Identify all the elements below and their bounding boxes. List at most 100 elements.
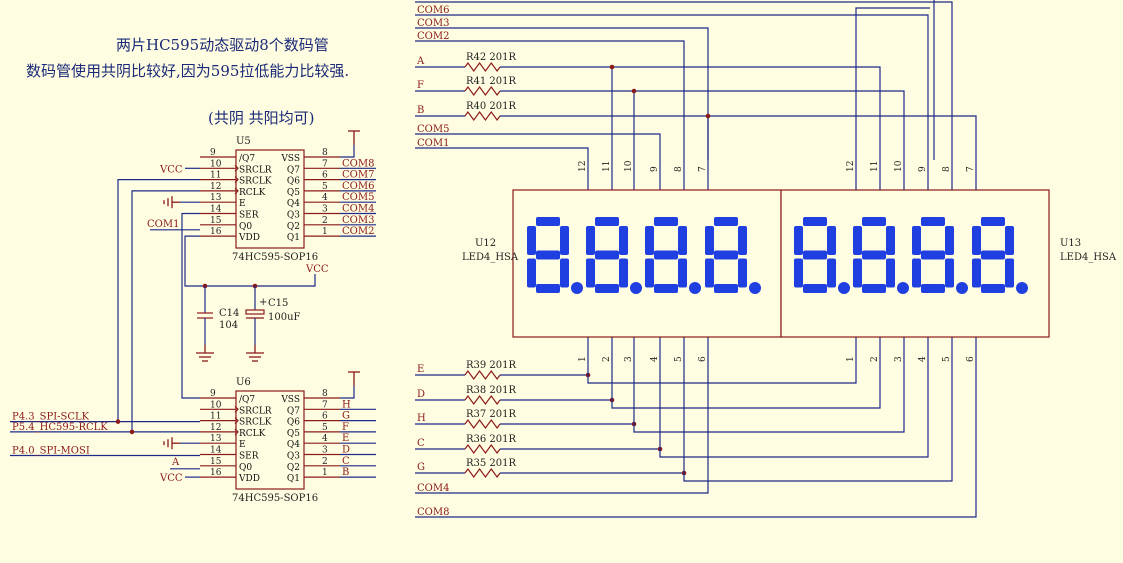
display-pin-number: 11: [870, 161, 880, 172]
segment-g: [921, 250, 945, 260]
u6-vss-wire: [340, 386, 355, 399]
u6-net-label: D: [342, 445, 350, 456]
display-pin-number: 7: [698, 166, 708, 172]
vcc-label: VCC: [305, 264, 329, 275]
u5-pin-number: 3: [322, 205, 328, 215]
segment-a: [714, 217, 738, 226]
u6-pin-name: VDD: [238, 474, 260, 484]
display-pin-number: 10: [624, 160, 634, 172]
u5-vss-wire: [340, 145, 355, 158]
segment-f: [794, 226, 803, 255]
u5-pin-number: 12: [210, 182, 221, 192]
display-pin-number: 1: [846, 356, 856, 362]
u5-pin-number: 4: [322, 193, 328, 203]
u5-q0-net: COM1: [147, 219, 179, 230]
u5-pin-name: Q5: [287, 188, 300, 198]
net-wire: [683, 345, 953, 482]
u6-pin-name: SRCLK: [239, 418, 272, 428]
display-u12-part: LED4_HSA: [462, 252, 519, 263]
resistor-label: R38 201R: [466, 385, 517, 396]
u6-pin-number: 11: [210, 412, 221, 422]
resistor-net-label: G: [417, 462, 425, 473]
u6-pin-name: Q5: [287, 429, 300, 439]
segment-e: [912, 258, 921, 288]
segment-f: [853, 226, 862, 255]
u5-pin-name: Q2: [287, 222, 300, 232]
c14-value: 104: [219, 320, 238, 331]
segment-e: [853, 258, 862, 288]
u6-pin-number: 3: [322, 446, 328, 456]
display-pin-number: 8: [942, 166, 952, 172]
segment-f: [912, 226, 921, 255]
c15-value: 100uF: [268, 312, 301, 323]
junction-dot: [705, 113, 711, 119]
segment-e: [972, 258, 981, 288]
u6-pin-name: E: [239, 440, 246, 450]
resistor-label: R42 201R: [466, 52, 517, 63]
segment-b: [678, 226, 687, 255]
display-pin-number: 12: [578, 161, 588, 172]
segment-g: [595, 250, 619, 260]
u5-pin-name: SRCLK: [239, 177, 272, 187]
resistor-net-label: D: [417, 389, 425, 400]
display-pin-number: 8: [674, 166, 684, 172]
u6-pin-number: 6: [322, 412, 328, 422]
u5-pin-number: 1: [322, 227, 328, 237]
segment-dp: [897, 282, 909, 294]
u5-pin-number: 9: [210, 148, 216, 158]
u6-pin-number: 8: [322, 389, 328, 399]
segment-b: [1005, 226, 1014, 255]
u5-net-label: COM7: [342, 170, 374, 181]
resistor-symbol: [464, 85, 501, 97]
schematic-drawing: U574HC595-SOP169/Q710SRCLR11SRCLK12RCLK1…: [10, 0, 1117, 518]
segment-d: [654, 284, 678, 293]
resistor-symbol: [464, 61, 501, 73]
u5-pin-name: SRCLR: [239, 165, 272, 175]
u5-net-label: COM5: [342, 192, 374, 203]
u5-net-label: COM2: [342, 226, 374, 237]
net-wire: [587, 345, 857, 384]
u5-part: 74HC595-SOP16: [232, 252, 318, 263]
segment-f: [527, 226, 536, 255]
resistor-label: R40 201R: [466, 101, 517, 112]
segment-c: [619, 258, 628, 288]
u5-pin-name: Q1: [287, 233, 300, 243]
u5-pin-number: 16: [210, 227, 222, 237]
u6-part: 74HC595-SOP16: [232, 493, 318, 504]
segment-f: [645, 226, 654, 255]
segment-a: [981, 217, 1005, 226]
u6-pin-number: 7: [322, 400, 328, 410]
mcu-net-label: P4.0_SPI-MOSI: [12, 446, 90, 457]
com-bus-label: COM6: [417, 5, 449, 16]
u6-pin-name: Q2: [287, 463, 300, 473]
u5-pin-name: /Q7: [239, 154, 255, 164]
segment-e: [645, 258, 654, 288]
u6-net-label: H: [342, 399, 351, 410]
segment-a: [921, 217, 945, 226]
segment-a: [654, 217, 678, 226]
resistor-label: R36 201R: [466, 434, 517, 445]
u6-pin-number: 4: [322, 434, 328, 444]
resistor-net-label: A: [416, 56, 425, 67]
u6-pin-number: 9: [210, 389, 216, 399]
u5-pin-number: 2: [322, 216, 328, 226]
segment-g: [803, 250, 827, 260]
resistor-label: R41 201R: [466, 76, 517, 87]
resistor-symbol: [464, 467, 501, 479]
c15-designator: C15: [268, 298, 288, 309]
u6-q0-net: A: [171, 457, 180, 468]
resistor-net-label: C: [417, 438, 425, 449]
display-pin-number: 5: [942, 356, 952, 362]
segment-a: [803, 217, 827, 226]
display-pin-number: 11: [602, 161, 612, 172]
display-pin-number: 6: [966, 356, 976, 362]
resistor-label: R37 201R: [466, 409, 517, 420]
resistor-symbol: [464, 418, 501, 430]
junction-dot: [115, 419, 121, 424]
u6-net-label: B: [342, 467, 349, 478]
u6-net-label: G: [342, 411, 350, 422]
com-label: COM4: [417, 483, 449, 494]
u6-pin-name: Q3: [287, 452, 300, 462]
u5-pin-name: Q7: [287, 165, 300, 175]
segment-b: [945, 226, 954, 255]
